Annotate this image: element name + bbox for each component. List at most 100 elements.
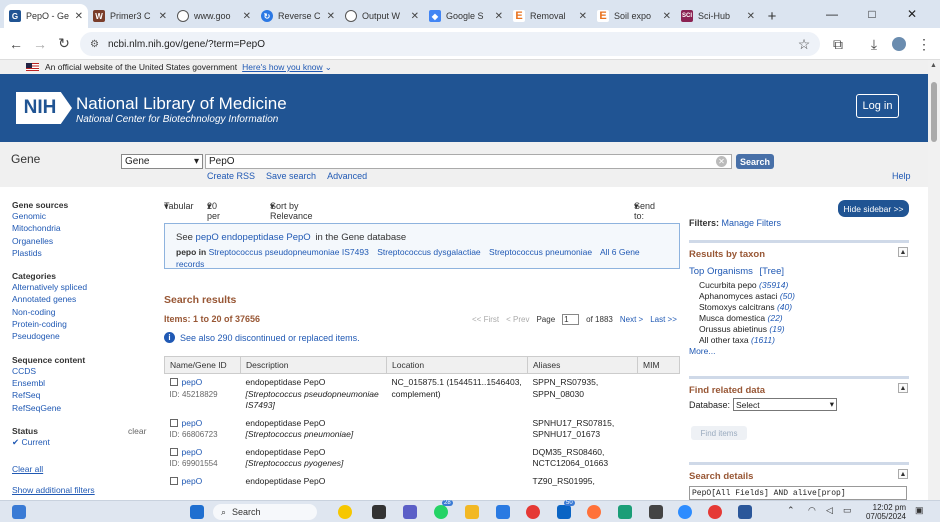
browser-tab-1[interactable]: W Primer3 C ✕ [88, 4, 172, 28]
taskbar-search[interactable]: ⌕ Search [213, 504, 317, 520]
new-tab-button[interactable]: + [760, 4, 784, 28]
word-icon[interactable] [738, 505, 752, 519]
close-tab-icon[interactable]: ✕ [327, 11, 335, 22]
row-checkbox[interactable] [169, 447, 178, 456]
clear-all-link[interactable]: Clear all [12, 463, 162, 475]
prev-page-link[interactable]: < Prev [506, 315, 529, 324]
folder-icon[interactable] [465, 505, 479, 519]
browser-tab-3[interactable]: ↻ Reverse C ✕ [256, 4, 340, 28]
task-view-icon[interactable] [12, 505, 26, 519]
list-item[interactable]: Orussus abietinus (19) [699, 324, 795, 335]
profile-avatar[interactable] [892, 37, 906, 51]
browser-tab-2[interactable]: www.goo ✕ [172, 4, 256, 28]
bookmark-star-icon[interactable]: ☆ [792, 32, 816, 56]
site-info-icon[interactable]: ⚙ [90, 39, 99, 50]
row-checkbox[interactable] [169, 378, 178, 386]
duck-widget-icon[interactable] [338, 505, 352, 519]
wifi-icon[interactable]: ◠ [808, 505, 816, 516]
extensions-icon[interactable]: ⧉ [826, 32, 850, 56]
status-clear-link[interactable]: clear [128, 426, 146, 436]
sort-dropdown[interactable]: Sort by Relevance ▾ [270, 201, 313, 221]
database-select[interactable]: Gene ▾ [121, 154, 203, 169]
teams-icon[interactable] [403, 505, 417, 519]
list-item[interactable]: Cucurbita pepo (35914) [699, 280, 795, 291]
related-database-select[interactable]: Select ▾ [733, 398, 837, 411]
filter-item[interactable]: Mitochondria [12, 222, 162, 234]
heres-how-you-know-link[interactable]: Here's how you know [242, 62, 323, 72]
windows-start-icon[interactable] [190, 505, 204, 519]
gene-name-link[interactable]: pepO [182, 377, 203, 387]
gene-name-link[interactable]: pepO [182, 476, 203, 486]
maximize-button[interactable]: □ [853, 0, 891, 28]
scrollbar-thumb[interactable] [931, 82, 937, 142]
list-item[interactable]: Musca domestica (22) [699, 313, 795, 324]
browser-tab-4[interactable]: Output W ✕ [340, 4, 424, 28]
browser-tab-0[interactable]: G PepO - Ge ✕ [4, 4, 88, 28]
taskbar-clock[interactable]: 12:02 pm 07/05/2024 [862, 503, 906, 521]
notifications-icon[interactable]: ▣ [915, 505, 924, 516]
send-to-dropdown[interactable]: Send to: ▾ [634, 201, 655, 221]
organism-link[interactable]: Streptococcus dysgalactiae [377, 247, 480, 257]
file-icon[interactable] [372, 505, 386, 519]
filter-item[interactable]: Annotated genes [12, 293, 162, 305]
last-page-link[interactable]: Last >> [650, 315, 677, 324]
page-number-input[interactable]: 1 [562, 314, 580, 325]
tree-link[interactable]: [Tree] [760, 266, 784, 277]
reload-icon[interactable]: ↻ [52, 32, 76, 56]
chrome-icon[interactable] [708, 505, 722, 519]
advanced-search-link[interactable]: Advanced [327, 171, 367, 181]
hide-sidebar-button[interactable]: Hide sidebar >> [838, 200, 909, 217]
forward-arrow-icon[interactable]: → [28, 32, 52, 56]
first-page-link[interactable]: << First [472, 315, 499, 324]
browser-tab-8[interactable]: SCI Sci-Hub ✕ [676, 4, 760, 28]
download-icon[interactable]: ⤓ [862, 32, 886, 56]
url-bar[interactable]: ⚙ ncbi.nlm.nih.gov/gene/?term=PepO [80, 32, 820, 56]
close-window-button[interactable]: ✕ [893, 0, 931, 28]
browser-menu-icon[interactable]: ⋮ [912, 32, 936, 56]
collapse-toggle-icon[interactable]: ▲ [898, 469, 908, 479]
list-item[interactable]: All other taxa (1611) [699, 335, 795, 346]
close-tab-icon[interactable]: ✕ [243, 11, 251, 22]
more-taxa-link[interactable]: More... [689, 346, 715, 356]
volume-icon[interactable]: ◁ [826, 505, 833, 516]
filter-item[interactable]: Genomic [12, 210, 162, 222]
collapse-toggle-icon[interactable]: ▲ [898, 247, 908, 257]
browser-tab-6[interactable]: E Removal ✕ [508, 4, 592, 28]
login-button[interactable]: Log in [856, 94, 899, 118]
close-tab-icon[interactable]: ✕ [75, 11, 83, 22]
organism-link[interactable]: Streptococcus pseudopneumoniae IS7493 [209, 247, 369, 257]
nih-logo[interactable]: NIH [16, 92, 72, 124]
chrome-icon[interactable] [526, 505, 540, 519]
filter-item[interactable]: Alternatively spliced [12, 281, 162, 293]
close-tab-icon[interactable]: ✕ [159, 11, 167, 22]
close-tab-icon[interactable]: ✕ [495, 11, 503, 22]
filter-item[interactable]: Pseudogene [12, 330, 162, 342]
site-title[interactable]: National Library of Medicine [76, 94, 287, 114]
next-page-link[interactable]: Next > [620, 315, 643, 324]
back-arrow-icon[interactable]: ← [4, 32, 28, 56]
close-tab-icon[interactable]: ✕ [579, 11, 587, 22]
edge-icon[interactable] [496, 505, 510, 519]
filter-item[interactable]: RefSeq [12, 389, 162, 401]
close-tab-icon[interactable]: ✕ [663, 11, 671, 22]
zoom-icon[interactable] [678, 505, 692, 519]
close-tab-icon[interactable]: ✕ [747, 11, 755, 22]
help-link[interactable]: Help [892, 171, 911, 181]
search-input[interactable]: PepO ✕ [205, 154, 732, 169]
manage-filters-link[interactable]: Manage Filters [722, 218, 782, 228]
format-dropdown[interactable]: Tabular ▾ [164, 201, 194, 212]
search-details-textarea[interactable]: PepO[All Fields] AND alive[prop] [689, 486, 907, 500]
page-scrollbar[interactable]: ▲ [928, 60, 940, 500]
discontinued-items-link[interactable]: See also 290 discontinued or replaced it… [180, 333, 360, 343]
show-additional-filters-link[interactable]: Show additional filters [12, 484, 162, 496]
collapse-toggle-icon[interactable]: ▲ [898, 383, 908, 393]
search-button[interactable]: Search [736, 154, 774, 169]
row-checkbox[interactable] [169, 476, 178, 485]
gene-name-link[interactable]: pepO [182, 418, 203, 428]
outlook-icon[interactable] [557, 505, 571, 519]
per-page-dropdown[interactable]: 20 per page ▾ [207, 201, 227, 231]
firefox-icon[interactable] [587, 505, 601, 519]
filter-item[interactable]: CCDS [12, 365, 162, 377]
browser-tab-5[interactable]: ◆ Google S ✕ [424, 4, 508, 28]
filter-item[interactable]: Ensembl [12, 377, 162, 389]
